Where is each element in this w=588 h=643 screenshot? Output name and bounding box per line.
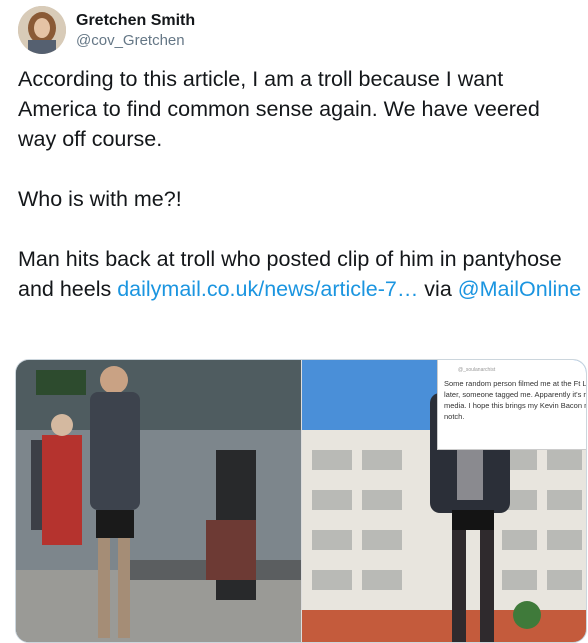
mention-link[interactable]: @MailOnline <box>458 277 581 301</box>
article-link[interactable]: dailymail.co.uk/news/article-7… <box>117 277 418 301</box>
caption-handle: @_soulanarchist <box>458 367 496 373</box>
tweet-text: According to this article, I am a troll … <box>18 64 584 304</box>
tweet-paragraph-3: Man hits back at troll who posted clip o… <box>18 244 584 304</box>
tweet-media[interactable]: @_soulanarchist Some random person filme… <box>15 359 587 643</box>
tweet-paragraph-2: Who is with me?! <box>18 187 182 211</box>
caption-overlay: @_soulanarchist Some random person filme… <box>437 360 587 450</box>
airport-photo <box>16 360 301 642</box>
avatar-photo <box>18 6 66 54</box>
caption-text: Some random person filmed me at the Ft L… <box>444 379 587 421</box>
tweet-card: Gretchen Smith @cov_Gretchen According t… <box>0 0 588 643</box>
user-handle[interactable]: @cov_Gretchen <box>76 32 185 49</box>
outdoor-photo: @_soulanarchist Some random person filme… <box>302 360 586 642</box>
avatar[interactable] <box>18 6 66 54</box>
airport-scene-image <box>16 360 301 642</box>
via-text: via <box>418 277 458 301</box>
display-name[interactable]: Gretchen Smith <box>76 12 195 30</box>
tweet-paragraph-1: According to this article, I am a troll … <box>18 67 540 151</box>
